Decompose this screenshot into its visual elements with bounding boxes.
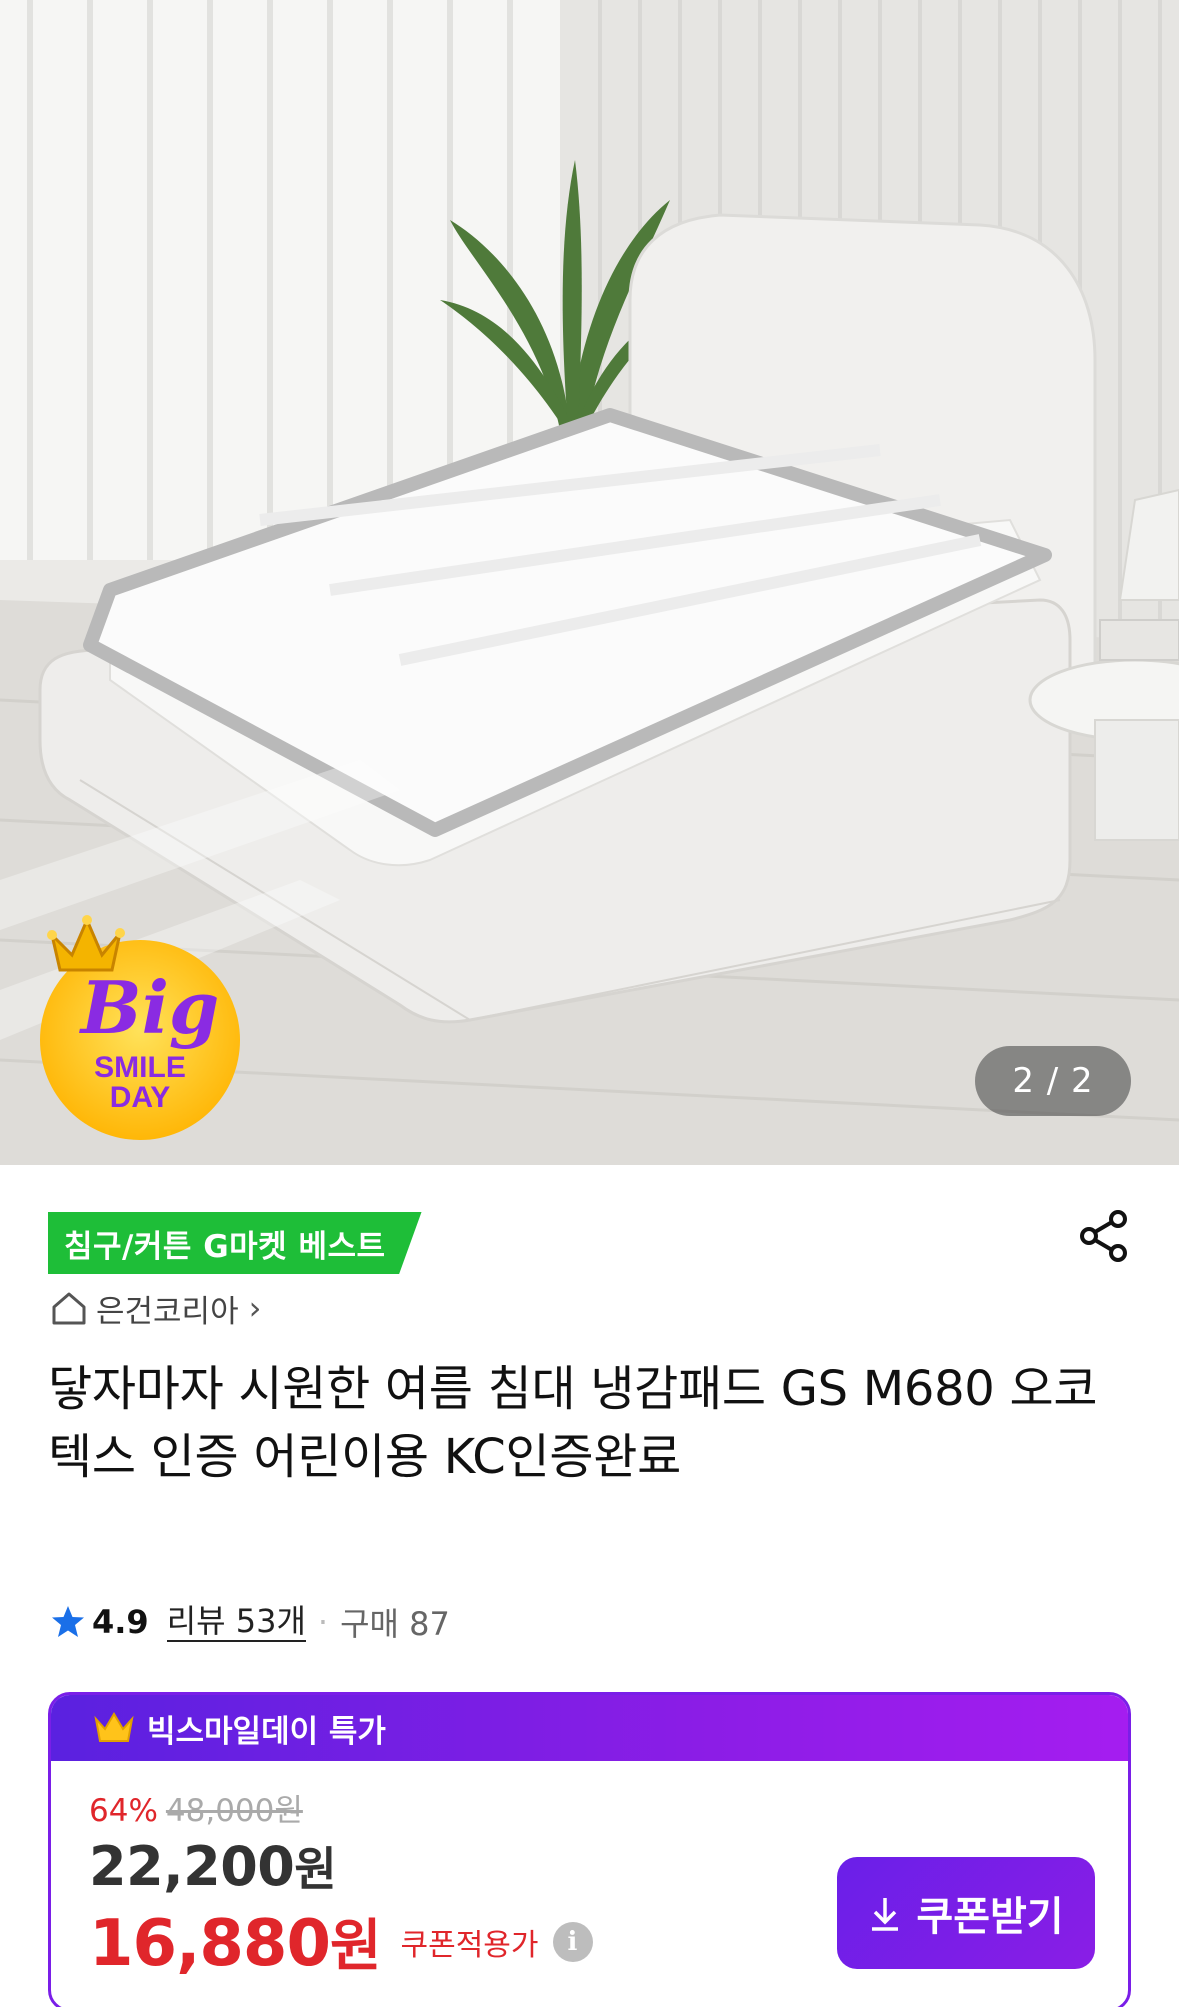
seller-link[interactable]: 은건코리아 › (50, 1286, 261, 1330)
separator-dot: · (317, 1603, 329, 1641)
rating-row: 4.9 리뷰 53개 · 구매 87 (50, 1597, 450, 1647)
seller-name: 은건코리아 (96, 1293, 239, 1330)
sale-price-value: 22,200 (89, 1835, 295, 1898)
home-icon (52, 1292, 86, 1325)
original-price: 48,000원 (165, 1793, 303, 1829)
coupon-price-value: 16,880 (89, 1907, 331, 1981)
review-count-link[interactable]: 리뷰 53개 (166, 1602, 306, 1642)
star-icon (52, 1606, 84, 1637)
badge-smile-text: SMILE (94, 1051, 186, 1084)
coupon-price-row: 16,880원 쿠폰적용가 i (89, 1901, 593, 1982)
coupon-price: 16,880원 (89, 1901, 381, 1982)
get-coupon-label: 쿠폰받기 (916, 1894, 1064, 1940)
badge-big-text: Big (79, 965, 220, 1050)
image-counter: 2 / 2 (975, 1046, 1131, 1116)
download-icon (872, 1898, 899, 1931)
discount-percent: 64% (89, 1793, 158, 1829)
sale-price: 22,200원 (89, 1833, 337, 1899)
crown-icon (47, 915, 125, 972)
big-smile-day-badge: Big SMILE DAY (40, 915, 240, 1140)
deal-header-label: 빅스마일데이 특가 (147, 1713, 386, 1750)
rating-score: 4.9 (92, 1603, 149, 1641)
product-title: 닿자마자 시원한 여름 침대 냉감패드 GS M680 오코텍스 인증 어린이용… (48, 1361, 1098, 1485)
share-icon[interactable] (1075, 1207, 1133, 1265)
discount-row: 64% 48,000원 (89, 1785, 303, 1830)
product-image-gallery[interactable]: Big SMILE DAY 2 / 2 (0, 0, 1179, 1165)
deal-box: 빅스마일데이 특가 64% 48,000원 22,200원 16,880원 쿠폰… (48, 1692, 1131, 2007)
purchase-count: 구매 87 (340, 1605, 450, 1643)
category-best-badge[interactable]: 침구/커튼 G마켓 베스트 (48, 1212, 422, 1274)
info-icon[interactable]: i (552, 1921, 593, 1962)
sale-price-unit: 원 (294, 1842, 337, 1896)
coupon-price-unit: 원 (329, 1914, 382, 1979)
coupon-price-note: 쿠폰적용가 (400, 1927, 539, 1963)
badge-day-text: DAY (110, 1081, 171, 1114)
get-coupon-button[interactable]: 쿠폰받기 (837, 1857, 1095, 1969)
deal-header: 빅스마일데이 특가 (51, 1695, 1128, 1761)
crown-icon (94, 1712, 134, 1742)
chevron-right-icon: › (248, 1289, 262, 1327)
